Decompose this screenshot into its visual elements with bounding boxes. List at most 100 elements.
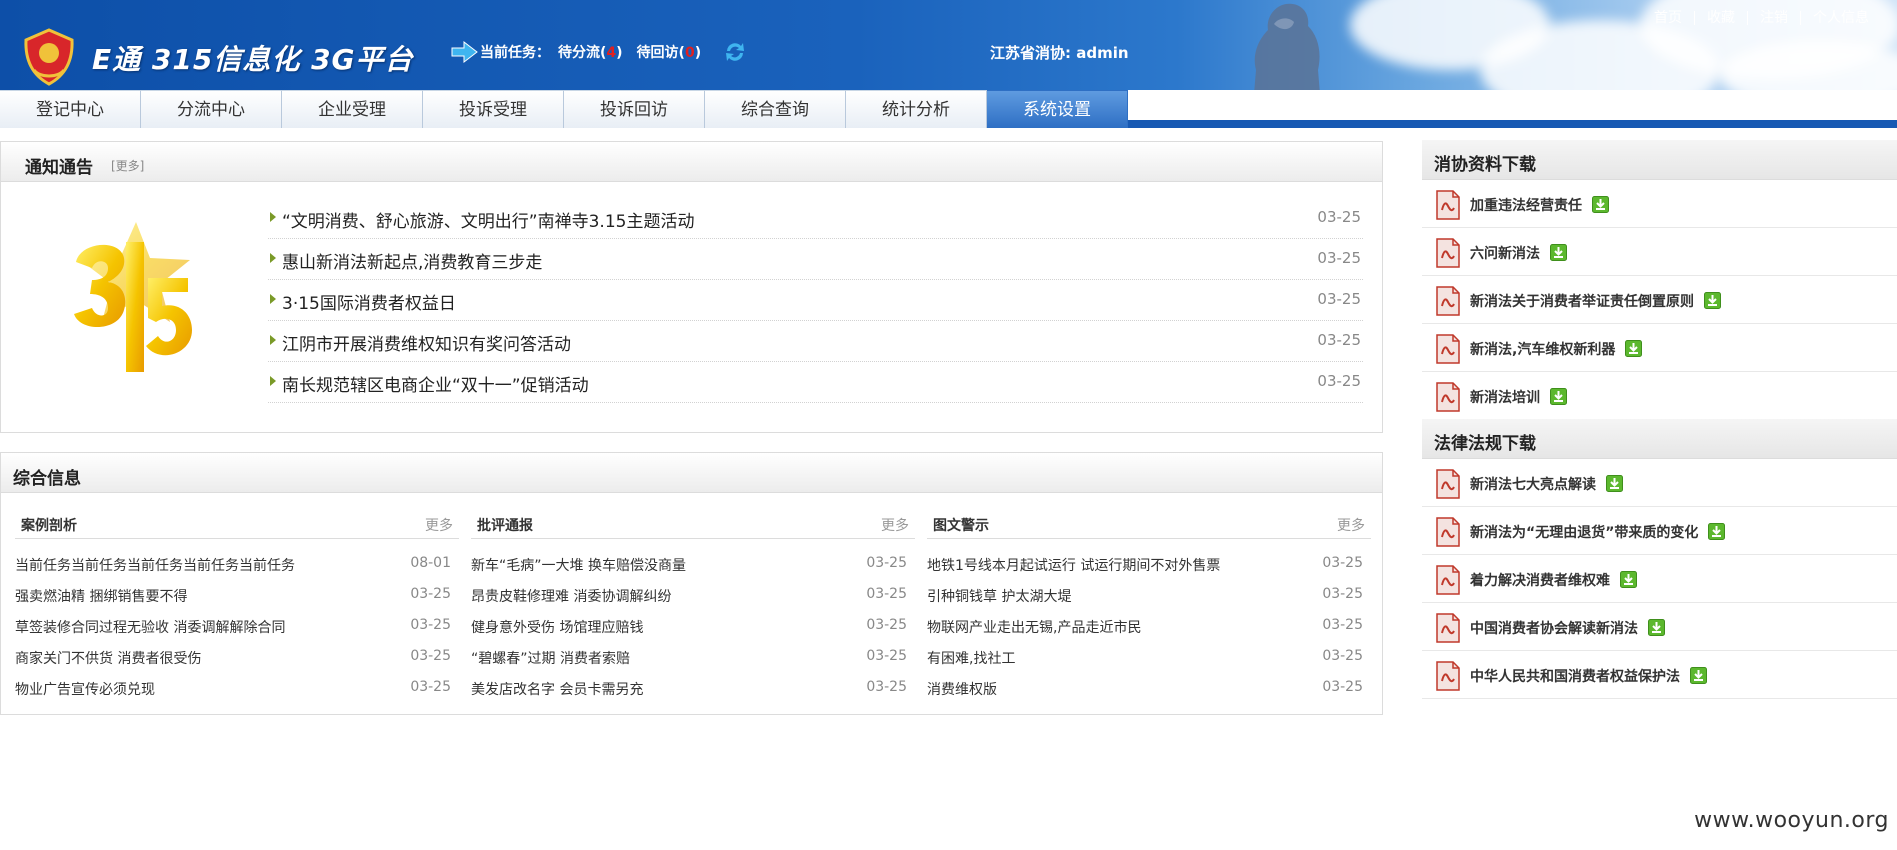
info-title: 综合信息	[13, 469, 81, 489]
download-icon[interactable]	[1550, 388, 1567, 405]
tab-system-settings[interactable]: 系统设置	[987, 90, 1128, 128]
download-icon[interactable]	[1708, 523, 1726, 540]
download-link[interactable]: 加重违法经营责任	[1470, 195, 1609, 215]
download-icon[interactable]	[1620, 571, 1637, 588]
bullet-icon	[270, 335, 276, 345]
article-date: 03-25	[866, 555, 907, 571]
article-link[interactable]: 商家关门不供货 消费者很受伤	[15, 648, 327, 668]
tab-complaint-revisit[interactable]: 投诉回访	[564, 90, 705, 128]
download-icon[interactable]	[1648, 619, 1665, 636]
document-icon	[1436, 286, 1460, 316]
list-item: 南长规范辖区电商企业“双十一”促销活动 03-25	[268, 362, 1363, 403]
article-link[interactable]: 强卖燃油精 捆绑销售要不得	[15, 586, 327, 606]
column-more-link[interactable]: 更多	[881, 515, 909, 535]
notice-link[interactable]: 江阴市开展消费维权知识有奖问答活动	[282, 330, 571, 355]
article-link[interactable]: 地铁1号线本月起试运行 试运行期间不对外售票	[927, 555, 1239, 575]
download-link[interactable]: 中华人民共和国消费者权益保护法	[1470, 666, 1707, 686]
article-link[interactable]: 美发店改名字 会员卡需另充	[471, 679, 783, 699]
pending-distribution-count: 4	[606, 45, 617, 61]
article-link[interactable]: 物联网产业走出无锡,产品走近市民	[927, 617, 1239, 637]
document-icon	[1436, 661, 1460, 691]
download-icon[interactable]	[1606, 475, 1623, 492]
tab-registration-center[interactable]: 登记中心	[0, 90, 141, 128]
download-link[interactable]: 着力解决消费者维权难	[1470, 570, 1637, 590]
download-name: 新消法关于消费者举证责任倒置原则	[1470, 294, 1694, 310]
download-icon[interactable]	[1690, 667, 1707, 684]
article-link[interactable]: 消费维权版	[927, 679, 1239, 699]
watermark-text: www.wooyun.org	[1694, 808, 1889, 833]
favorites-link[interactable]: 收藏	[1694, 11, 1747, 25]
article-link[interactable]: 健身意外受伤 场馆理应赔钱	[471, 617, 783, 637]
download-icon[interactable]	[1592, 196, 1609, 213]
bullet-icon	[270, 212, 276, 222]
pending-revisit-link[interactable]: 待回访(0)	[637, 42, 702, 62]
list-item: 有困难,找社工 03-25	[927, 640, 1371, 671]
notice-link[interactable]: “文明消费、舒心旅游、文明出行”南禅寺3.15主题活动	[282, 207, 694, 232]
notice-more-link[interactable]: [更多]	[111, 157, 144, 174]
315-badge-image	[74, 222, 192, 372]
download-sidebar: 消协资料下载 加重违法经营责任 六问新消法 新消法关于消费者举证责任倒置原则 新消法,…	[1422, 140, 1897, 699]
law-downloads-header: 法律法规下载	[1422, 419, 1897, 459]
refresh-icon[interactable]	[723, 40, 747, 64]
document-icon	[1436, 238, 1460, 268]
download-link[interactable]: 新消法关于消费者举证责任倒置原则	[1470, 291, 1721, 311]
law-downloads-title: 法律法规下载	[1434, 434, 1536, 454]
document-icon	[1436, 565, 1460, 595]
column-more-link[interactable]: 更多	[1337, 515, 1365, 535]
article-date: 03-25	[866, 617, 907, 633]
download-link[interactable]: 六问新消法	[1470, 243, 1567, 263]
article-link[interactable]: 物业广告宣传必须兑现	[15, 679, 327, 699]
tab-complaint-acceptance[interactable]: 投诉受理	[423, 90, 564, 128]
pending-distribution-link[interactable]: 待分流(4)	[558, 42, 623, 62]
download-name: 加重违法经营责任	[1470, 198, 1582, 214]
download-link[interactable]: 新消法七大亮点解读	[1470, 474, 1623, 494]
notice-link[interactable]: 南长规范辖区电商企业“双十一”促销活动	[282, 371, 589, 396]
download-icon[interactable]	[1625, 340, 1643, 357]
logout-link[interactable]: 注销	[1747, 11, 1800, 25]
tab-statistics[interactable]: 统计分析	[846, 90, 987, 128]
article-link[interactable]: 昂贵皮鞋修理难 消委协调解纠纷	[471, 586, 783, 606]
download-link[interactable]: 新消法,汽车维权新利器	[1470, 339, 1643, 359]
article-link[interactable]: 当前任务当前任务当前任务当前任务当前任务	[15, 555, 327, 575]
article-date: 03-25	[1322, 617, 1363, 633]
download-name: 新消法培训	[1470, 390, 1540, 406]
list-item: 消费维权版 03-25	[927, 671, 1371, 702]
list-item: 昂贵皮鞋修理难 消委协调解纠纷 03-25	[471, 578, 915, 609]
nav-band	[1114, 120, 1897, 128]
document-icon	[1436, 613, 1460, 643]
column-more-link[interactable]: 更多	[425, 515, 453, 535]
list-item: 3·15国际消费者权益日 03-25	[268, 280, 1363, 321]
home-link[interactable]: 首页	[1642, 11, 1694, 25]
notice-link[interactable]: 惠山新消法新起点,消费教育三步走	[282, 248, 542, 273]
tab-comprehensive-query[interactable]: 综合查询	[705, 90, 846, 128]
article-link[interactable]: 有困难,找社工	[927, 648, 1239, 668]
notice-date: 03-25	[1317, 331, 1361, 349]
download-link[interactable]: 中国消费者协会解读新消法	[1470, 618, 1665, 638]
notice-link[interactable]: 3·15国际消费者权益日	[282, 289, 456, 314]
tab-enterprise-acceptance[interactable]: 企业受理	[282, 90, 423, 128]
download-icon[interactable]	[1704, 292, 1721, 309]
document-icon	[1436, 382, 1460, 412]
download-name: 新消法,汽车维权新利器	[1470, 342, 1616, 358]
document-icon	[1436, 334, 1460, 364]
article-link[interactable]: 引种铜钱草 护太湖大堤	[927, 586, 1239, 606]
current-task-bar: 当前任务： 待分流(4) 待回访(0)	[450, 40, 747, 64]
download-link[interactable]: 新消法为“无理由退货”带来质的变化	[1470, 522, 1726, 542]
download-name: 新消法七大亮点解读	[1470, 477, 1596, 493]
download-link[interactable]: 新消法培训	[1470, 387, 1567, 407]
pending-revisit-count: 0	[684, 45, 695, 61]
profile-link[interactable]: 个人信息	[1800, 11, 1881, 25]
bullet-icon	[270, 376, 276, 386]
article-link[interactable]: 新车“毛病”一大堆 换车赔偿没商量	[471, 555, 783, 575]
tab-distribution-center[interactable]: 分流中心	[141, 90, 282, 128]
list-item: 健身意外受伤 场馆理应赔钱 03-25	[471, 609, 915, 640]
list-item: 草签装修合同过程无验收 消委调解解除合同 03-25	[15, 609, 459, 640]
download-name: 新消法为“无理由退货”带来质的变化	[1470, 525, 1699, 541]
download-icon[interactable]	[1550, 244, 1567, 261]
notice-date: 03-25	[1317, 249, 1361, 267]
download-item: 新消法关于消费者举证责任倒置原则	[1422, 276, 1897, 324]
article-link[interactable]: “碧螺春”过期 消费者索赔	[471, 648, 783, 668]
article-link[interactable]: 草签装修合同过程无验收 消委调解解除合同	[15, 617, 327, 637]
arrow-right-icon	[451, 41, 478, 63]
article-date: 03-25	[1322, 586, 1363, 602]
